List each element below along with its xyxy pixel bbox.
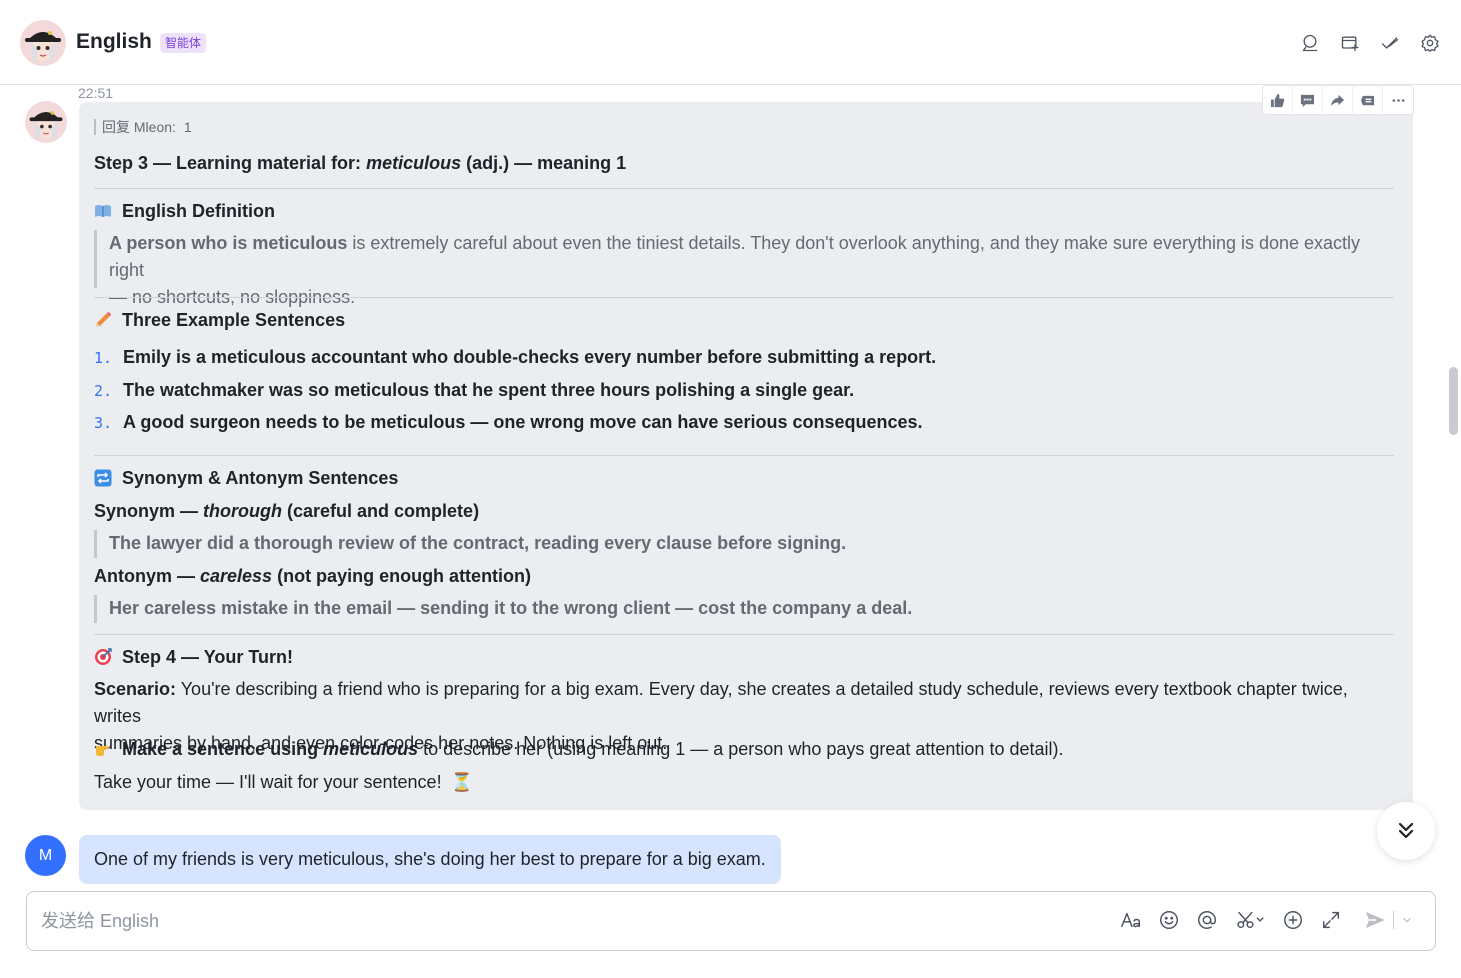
scroll-to-bottom-button[interactable]: [1377, 802, 1435, 860]
settings-icon[interactable]: [1419, 32, 1441, 54]
check-icon[interactable]: [1379, 32, 1401, 54]
reply-label: 回复 Mleon:: [102, 119, 176, 135]
antonym-line: Antonym — careless (not paying enough at…: [94, 566, 532, 586]
synant-heading: Synonym & Antonym Sentences: [94, 465, 1394, 492]
synonym-sentence: The lawyer did a thorough review of the …: [94, 530, 1394, 558]
scrollbar-thumb[interactable]: [1449, 367, 1458, 435]
bot-message-avatar[interactable]: [25, 101, 67, 143]
message-input[interactable]: [41, 906, 1091, 936]
user-avatar[interactable]: M: [25, 835, 66, 876]
scissors-icon[interactable]: [1233, 908, 1267, 932]
send-icon: [1366, 912, 1385, 928]
send-button[interactable]: [1363, 908, 1414, 932]
font-format-icon[interactable]: [1119, 908, 1143, 932]
example-item-1: 1. Emily is a meticulous accountant who d…: [94, 347, 937, 367]
expand-icon[interactable]: [1319, 908, 1343, 932]
step4-heading: Step 4 — Your Turn!: [94, 644, 1394, 671]
pencil-icon: [96, 312, 111, 327]
more-icon[interactable]: [1383, 86, 1413, 114]
divider: [94, 188, 1394, 189]
send-divider: [1393, 911, 1394, 929]
task-line: Make a sentence using meticulous to desc…: [94, 736, 1394, 763]
thumbs-up-icon[interactable]: [1263, 86, 1293, 114]
forward-icon[interactable]: [1323, 86, 1353, 114]
bot-badge: 智能体: [160, 33, 207, 53]
definition-heading: English Definition: [94, 198, 1394, 225]
examples-heading: Three Example Sentences: [94, 307, 1394, 334]
user-message-bubble[interactable]: One of my friends is very meticulous, sh…: [79, 835, 781, 884]
composer-toolbar: [1119, 908, 1343, 932]
divider: [94, 634, 1394, 635]
message-composer: [26, 891, 1436, 951]
reply-text: 1: [183, 119, 192, 135]
add-icon[interactable]: [1281, 908, 1305, 932]
quote-icon[interactable]: [1353, 86, 1383, 114]
message-list[interactable]: 22:51 回复 Mleon: 1 Step 3 — Learning mate…: [0, 85, 1446, 891]
bot-message-bubble[interactable]: 回复 Mleon: 1 Step 3 — Learning material f…: [79, 102, 1413, 810]
chat-title: English: [76, 30, 152, 53]
example-item-3: 3. A good surgeon needs to be meticulous …: [94, 412, 923, 432]
divider: [94, 297, 1394, 298]
bot-avatar[interactable]: [20, 20, 66, 66]
antonym-sentence: Her careless mistake in the email — send…: [94, 595, 1394, 623]
message-time: 22:51: [78, 85, 114, 101]
closing-line: Take your time — I'll wait for your sent…: [94, 772, 474, 792]
pointing-hand-icon: [96, 746, 109, 756]
synonym-line: Synonym — thorough (careful and complete…: [94, 501, 480, 521]
message-action-toolbar: [1262, 85, 1414, 115]
book-icon: [95, 205, 111, 217]
double-chevron-down-icon: [1398, 822, 1414, 839]
chevron-down-icon[interactable]: [1400, 913, 1414, 927]
repeat-icon: [94, 469, 112, 487]
header-toolbar: [1299, 32, 1441, 54]
add-tab-icon[interactable]: [1339, 32, 1361, 54]
mention-icon[interactable]: [1195, 908, 1219, 932]
hourglass-icon: ⏳: [450, 772, 474, 792]
reply-reference[interactable]: 回复 Mleon: 1: [94, 119, 192, 135]
emoji-icon[interactable]: [1157, 908, 1181, 932]
example-item-2: 2. The watchmaker was so meticulous that …: [94, 380, 855, 400]
comment-icon[interactable]: [1293, 86, 1323, 114]
target-icon: [95, 648, 112, 665]
step3-title: Step 3 — Learning material for: meticulo…: [94, 153, 627, 173]
search-icon[interactable]: [1299, 32, 1321, 54]
chat-header: English 智能体: [0, 0, 1461, 85]
divider: [94, 455, 1394, 456]
definition-quote: A person who is meticulous is extremely …: [94, 230, 1394, 307]
